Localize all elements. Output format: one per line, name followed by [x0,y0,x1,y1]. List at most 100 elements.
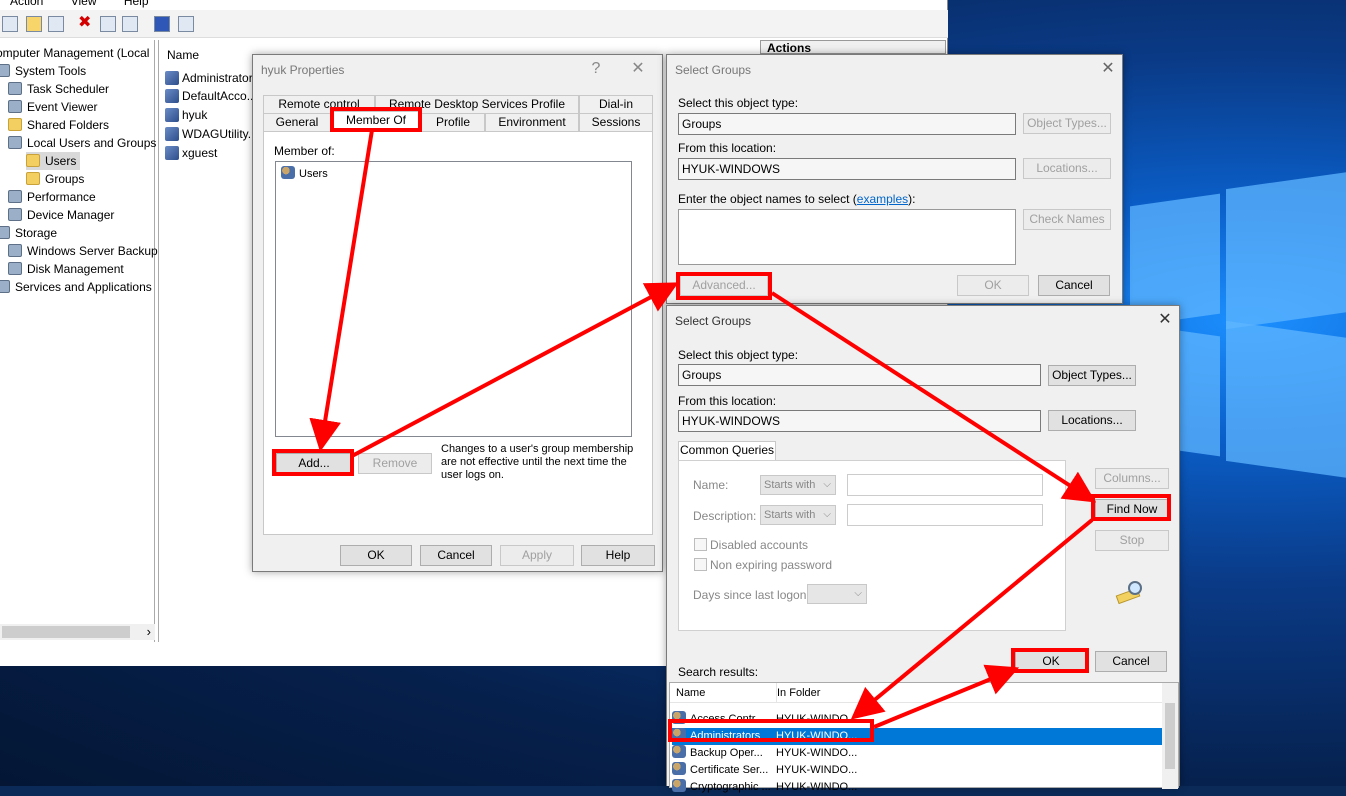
dialog-title: Select Groups [675,63,752,77]
member-of-list[interactable]: Users [275,161,632,437]
tree-event-viewer[interactable]: Event Viewer [8,98,97,116]
properties-icon[interactable] [100,16,116,32]
tree-shared-folders[interactable]: Shared Folders [8,116,109,134]
annotation-box-administrators [668,719,874,742]
user-properties-dialog: hyuk Properties ? ✕ Remote control Remot… [252,54,663,572]
description-match-select[interactable]: Starts with ⌵ [760,505,836,525]
tab-general[interactable]: General [263,113,331,131]
tree-users[interactable]: Users [26,152,81,170]
description-query-input[interactable] [847,504,1043,526]
annotation-box-advanced [676,272,772,300]
scroll-thumb[interactable] [2,626,130,638]
search-results-label: Search results: [678,665,759,679]
table-row[interactable]: Backup Oper... HYUK-WINDO... [672,745,1164,762]
column-header-name[interactable]: Name [167,48,199,62]
disk-icon [8,262,22,275]
annotation-box-ok [1011,648,1089,673]
scroll-thumb[interactable] [1165,703,1175,769]
non-expiring-label: Non expiring password [710,558,833,572]
tree-performance[interactable]: Performance [8,188,96,206]
tree-task-scheduler[interactable]: Task Scheduler [8,80,109,98]
close-icon[interactable]: ✕ [1154,310,1176,330]
cancel-button[interactable]: Cancel [420,545,492,566]
name-match-select[interactable]: Starts with ⌵ [760,475,836,495]
remove-button[interactable]: Remove [358,453,432,474]
delete-icon[interactable]: ✖ [78,15,94,32]
location-field: HYUK-WINDOWS [678,410,1041,432]
locations-button[interactable]: Locations... [1023,158,1111,179]
tab-profile[interactable]: Profile [421,113,485,131]
menu-bar: Action View Help [0,0,948,10]
apply-button[interactable]: Apply [500,545,574,566]
tab-common-queries[interactable]: Common Queries [678,441,776,461]
tree-computer-management[interactable]: omputer Management (Local [0,44,149,62]
examples-link[interactable]: examples [857,192,908,206]
user-icon [165,71,179,85]
tab-dial-in[interactable]: Dial-in [579,95,653,113]
columns-button[interactable]: Columns... [1095,468,1169,489]
tree-services-applications[interactable]: Services and Applications [0,278,152,296]
group-icon [672,745,686,758]
close-icon[interactable]: ✕ [627,59,649,79]
object-type-field: Groups [678,113,1016,135]
column-header-folder[interactable]: In Folder [776,683,820,703]
actions-pane-header: Actions [760,40,946,55]
tree-storage[interactable]: Storage [0,224,57,242]
cancel-button[interactable]: Cancel [1095,651,1167,672]
scroll-right-icon[interactable]: › [147,624,151,639]
locations-button[interactable]: Locations... [1048,410,1136,431]
table-row[interactable]: Cryptographic ... HYUK-WINDO... [672,779,1164,796]
list-item[interactable]: Users [281,166,328,180]
ok-button[interactable]: OK [340,545,412,566]
column-header-name[interactable]: Name [676,683,705,703]
table-row[interactable]: Certificate Ser... HYUK-WINDO... [672,762,1164,779]
list-item[interactable]: xguest [165,144,217,162]
name-query-input[interactable] [847,474,1043,496]
stop-button[interactable]: Stop [1095,530,1169,551]
tree-system-tools[interactable]: System Tools [0,62,86,80]
tree-groups[interactable]: Groups [26,170,84,188]
list-item[interactable]: WDAGUtility... [165,125,258,143]
member-of-label: Member of: [274,144,335,158]
tab-environment[interactable]: Environment [485,113,579,131]
menu-help[interactable]: Help [124,0,149,8]
results-vertical-scrollbar[interactable] [1162,683,1178,789]
view-icon[interactable] [178,16,194,32]
tree-horizontal-scrollbar[interactable]: › [0,624,155,640]
disabled-accounts-checkbox[interactable] [694,538,707,551]
tab-sessions[interactable]: Sessions [579,113,653,131]
help-icon[interactable] [154,16,170,32]
menu-action[interactable]: Action [10,0,43,8]
export-list-icon[interactable] [122,16,138,32]
close-icon[interactable]: ✕ [1097,59,1119,79]
list-item[interactable]: Administrator [165,69,253,87]
ok-button[interactable]: OK [957,275,1029,296]
object-names-input[interactable] [678,209,1016,265]
location-field: HYUK-WINDOWS [678,158,1016,180]
cancel-button[interactable]: Cancel [1038,275,1110,296]
up-folder-icon[interactable] [26,16,42,32]
help-button[interactable]: Help [581,545,655,566]
description-query-label: Description: [693,509,757,523]
user-icon [165,89,179,103]
help-question-icon[interactable]: ? [585,59,607,79]
back-icon[interactable] [2,16,18,32]
object-types-button[interactable]: Object Types... [1048,365,1136,386]
days-since-logon-select[interactable]: ⌵ [807,584,867,604]
tree-local-users-groups[interactable]: Local Users and Groups [8,134,156,152]
object-types-button[interactable]: Object Types... [1023,113,1111,134]
tree-windows-server-backup[interactable]: Windows Server Backup [8,242,158,260]
tree-device-manager[interactable]: Device Manager [8,206,114,224]
chevron-down-icon: ⌵ [823,479,831,490]
check-names-button[interactable]: Check Names [1023,209,1111,230]
tree-disk-management[interactable]: Disk Management [8,260,124,278]
list-item[interactable]: hyuk [165,106,207,124]
list-item[interactable]: DefaultAcco... [165,87,257,105]
common-queries-panel: Name: Starts with ⌵ Description: Starts w… [678,460,1066,631]
show-hide-tree-icon[interactable] [48,16,64,32]
user-icon [165,127,179,141]
non-expiring-checkbox[interactable] [694,558,707,571]
event-viewer-icon [8,100,22,113]
menu-view[interactable]: View [71,0,97,8]
membership-note: Changes to a user's group membership are… [441,443,634,481]
